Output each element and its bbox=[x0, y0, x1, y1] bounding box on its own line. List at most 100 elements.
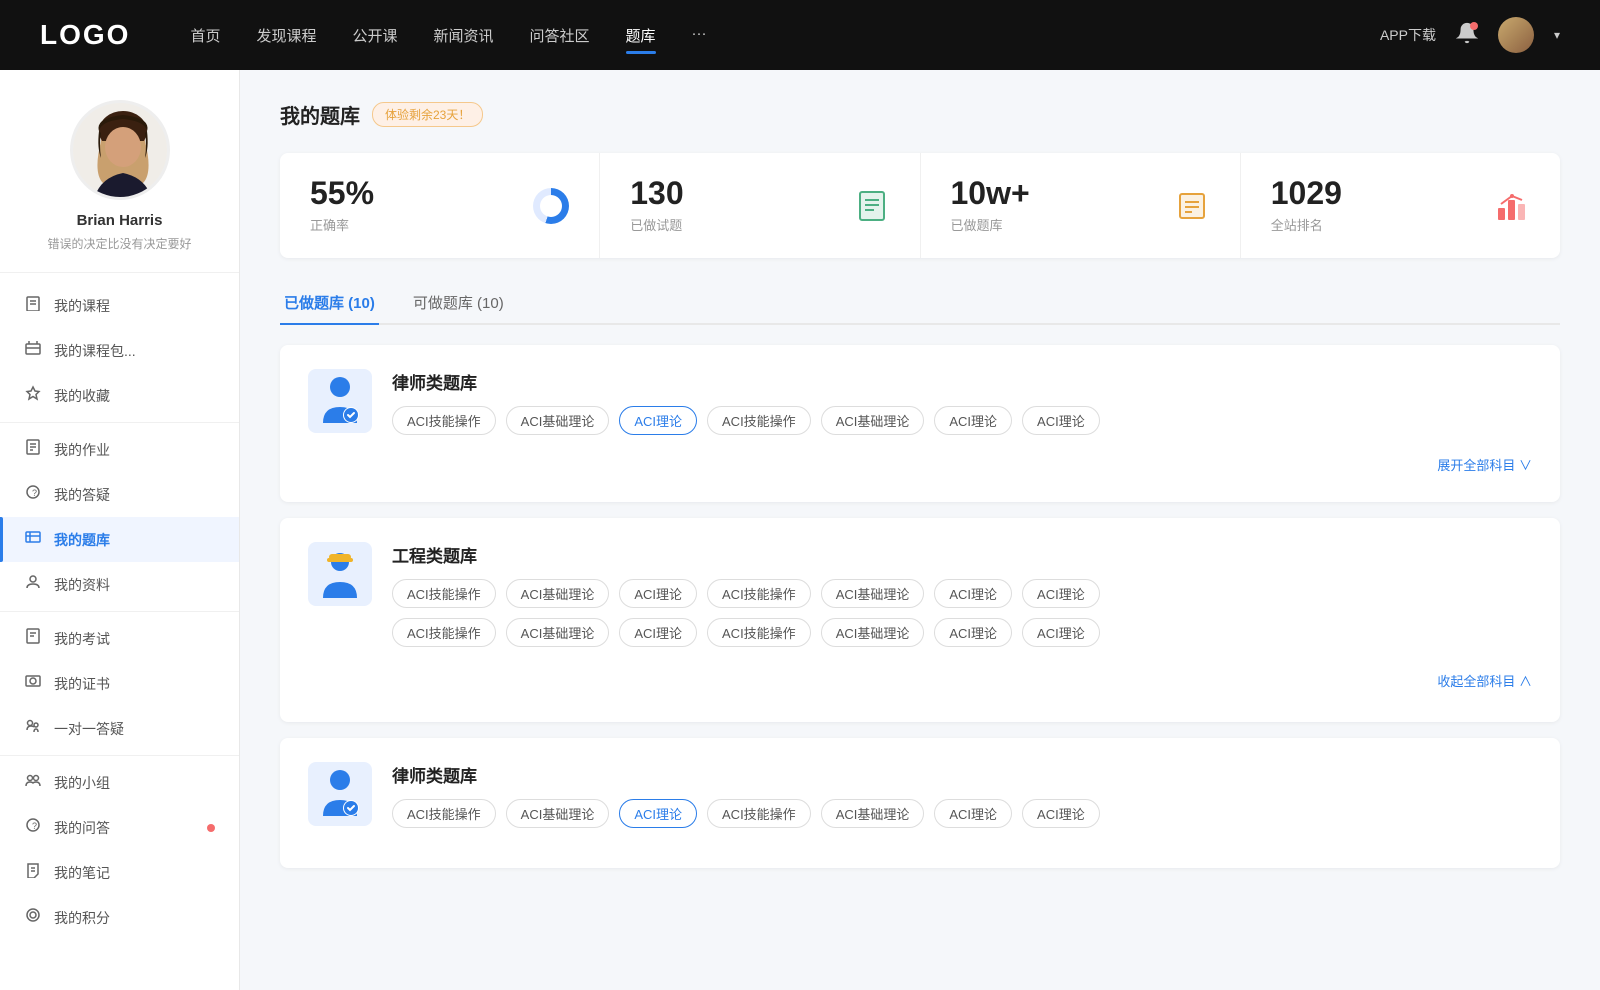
stat-banks-label: 已做题库 bbox=[951, 215, 1158, 234]
lawyer-icon-2 bbox=[308, 762, 372, 826]
sidebar-label-question-bank: 我的题库 bbox=[54, 530, 215, 550]
svg-text:?: ? bbox=[32, 821, 37, 831]
tag-2-11[interactable]: ACI技能操作 bbox=[707, 618, 811, 647]
sidebar-item-my-qa[interactable]: ? 我的问答 bbox=[0, 805, 239, 850]
sidebar-item-profile[interactable]: 我的资料 bbox=[0, 562, 239, 607]
avatar-svg bbox=[73, 103, 170, 200]
stat-accuracy-value: 55% bbox=[310, 177, 517, 209]
tag-2-6[interactable]: ACI理论 bbox=[934, 579, 1012, 608]
notes-icon bbox=[24, 862, 42, 883]
tag-1-6[interactable]: ACI理论 bbox=[934, 406, 1012, 435]
sidebar-item-question-bank[interactable]: 我的题库 bbox=[0, 517, 239, 562]
user-avatar[interactable] bbox=[1498, 17, 1534, 53]
nav-home[interactable]: 首页 bbox=[190, 21, 220, 50]
qbank-title-3: 律师类题库 bbox=[392, 762, 1532, 787]
nav-qa[interactable]: 问答社区 bbox=[530, 21, 590, 50]
tags-row-2a: ACI技能操作 ACI基础理论 ACI理论 ACI技能操作 ACI基础理论 AC… bbox=[392, 579, 1532, 608]
tag-2-2[interactable]: ACI基础理论 bbox=[506, 579, 610, 608]
avatar-image bbox=[1498, 17, 1534, 53]
tag-1-5[interactable]: ACI基础理论 bbox=[821, 406, 925, 435]
sidebar-item-qa[interactable]: ? 我的答疑 bbox=[0, 472, 239, 517]
sidebar-label-one-on-one: 一对一答疑 bbox=[54, 719, 215, 739]
tag-2-3[interactable]: ACI理论 bbox=[619, 579, 697, 608]
tag-1-1[interactable]: ACI技能操作 bbox=[392, 406, 496, 435]
sidebar-item-course-package[interactable]: 我的课程包... bbox=[0, 328, 239, 373]
sidebar-item-notes[interactable]: 我的笔记 bbox=[0, 850, 239, 895]
qbank-info-1: 律师类题库 ACI技能操作 ACI基础理论 ACI理论 ACI技能操作 ACI基… bbox=[392, 369, 1532, 435]
sidebar-item-homework[interactable]: 我的作业 bbox=[0, 427, 239, 472]
tag-2-12[interactable]: ACI基础理论 bbox=[821, 618, 925, 647]
sidebar-menu: 我的课程 我的课程包... 我的收藏 我的作业 bbox=[0, 273, 239, 950]
tag-2-9[interactable]: ACI基础理论 bbox=[506, 618, 610, 647]
sidebar-label-course-package: 我的课程包... bbox=[54, 341, 215, 361]
qbank-card-engineer: 工程类题库 ACI技能操作 ACI基础理论 ACI理论 ACI技能操作 ACI基… bbox=[280, 518, 1560, 722]
sidebar-item-group[interactable]: 我的小组 bbox=[0, 760, 239, 805]
nav-question-bank[interactable]: 题库 bbox=[626, 21, 656, 50]
tag-1-7[interactable]: ACI理论 bbox=[1022, 406, 1100, 435]
nav-news[interactable]: 新闻资讯 bbox=[434, 21, 494, 50]
sidebar-divider-3 bbox=[0, 755, 239, 756]
engineer-icon bbox=[308, 542, 372, 606]
tag-2-13[interactable]: ACI理论 bbox=[934, 618, 1012, 647]
tag-3-4[interactable]: ACI技能操作 bbox=[707, 799, 811, 828]
sidebar-item-one-on-one[interactable]: 一对一答疑 bbox=[0, 706, 239, 751]
sidebar-label-profile: 我的资料 bbox=[54, 575, 215, 595]
collapse-button[interactable]: 收起全部科目 ∧ bbox=[308, 663, 1532, 698]
stat-banks-text: 10w+ 已做题库 bbox=[951, 177, 1158, 234]
tag-1-4[interactable]: ACI技能操作 bbox=[707, 406, 811, 435]
sidebar-label-homework: 我的作业 bbox=[54, 440, 215, 460]
sidebar-item-certificate[interactable]: 我的证书 bbox=[0, 661, 239, 706]
qbank-title-2: 工程类题库 bbox=[392, 542, 1532, 567]
tags-row-2b: ACI技能操作 ACI基础理论 ACI理论 ACI技能操作 ACI基础理论 AC… bbox=[392, 618, 1532, 647]
exam-icon bbox=[24, 628, 42, 649]
tag-3-6[interactable]: ACI理论 bbox=[934, 799, 1012, 828]
app-download-button[interactable]: APP下载 bbox=[1380, 25, 1436, 45]
notification-bell[interactable] bbox=[1456, 22, 1478, 49]
tag-1-3[interactable]: ACI理论 bbox=[619, 406, 697, 435]
sidebar-divider-1 bbox=[0, 422, 239, 423]
sidebar-item-points[interactable]: 我的积分 bbox=[0, 895, 239, 940]
profile-avatar[interactable] bbox=[70, 100, 170, 200]
expand-button-1[interactable]: 展开全部科目 ∨ bbox=[308, 451, 1532, 478]
user-menu-chevron[interactable]: ▾ bbox=[1554, 28, 1560, 42]
tag-3-2[interactable]: ACI基础理论 bbox=[506, 799, 610, 828]
logo: LOGO bbox=[40, 19, 130, 51]
tag-2-10[interactable]: ACI理论 bbox=[619, 618, 697, 647]
nav-discover[interactable]: 发现课程 bbox=[256, 21, 316, 50]
sidebar-label-qa: 我的答疑 bbox=[54, 485, 215, 505]
tag-1-2[interactable]: ACI基础理论 bbox=[506, 406, 610, 435]
sidebar-label-my-qa: 我的问答 bbox=[54, 818, 193, 838]
tag-3-1[interactable]: ACI技能操作 bbox=[392, 799, 496, 828]
tag-3-3[interactable]: ACI理论 bbox=[619, 799, 697, 828]
stat-done-value: 130 bbox=[630, 177, 837, 209]
tag-2-4[interactable]: ACI技能操作 bbox=[707, 579, 811, 608]
sidebar-profile: Brian Harris 错误的决定比没有决定要好 bbox=[0, 70, 239, 273]
stat-ranking-value: 1029 bbox=[1271, 177, 1478, 209]
qbank-info-2: 工程类题库 ACI技能操作 ACI基础理论 ACI理论 ACI技能操作 ACI基… bbox=[392, 542, 1532, 647]
sidebar-label-certificate: 我的证书 bbox=[54, 674, 215, 694]
nav-more[interactable]: ··· bbox=[692, 21, 707, 50]
tab-available-banks[interactable]: 可做题库 (10) bbox=[409, 282, 508, 323]
tab-done-banks[interactable]: 已做题库 (10) bbox=[280, 282, 379, 323]
tag-2-1[interactable]: ACI技能操作 bbox=[392, 579, 496, 608]
tag-2-5[interactable]: ACI基础理论 bbox=[821, 579, 925, 608]
profile-name: Brian Harris bbox=[77, 212, 163, 229]
tag-2-7[interactable]: ACI理论 bbox=[1022, 579, 1100, 608]
tag-2-8[interactable]: ACI技能操作 bbox=[392, 618, 496, 647]
stat-accuracy-text: 55% 正确率 bbox=[310, 177, 517, 234]
homework-icon bbox=[24, 439, 42, 460]
notification-dot bbox=[1470, 22, 1478, 30]
qa-icon: ? bbox=[24, 484, 42, 505]
tag-3-7[interactable]: ACI理论 bbox=[1022, 799, 1100, 828]
course-package-icon bbox=[24, 340, 42, 361]
nav-open-course[interactable]: 公开课 bbox=[352, 21, 397, 50]
sidebar-item-favorites[interactable]: 我的收藏 bbox=[0, 373, 239, 418]
tag-2-14[interactable]: ACI理论 bbox=[1022, 618, 1100, 647]
sidebar: Brian Harris 错误的决定比没有决定要好 我的课程 我的课程包... bbox=[0, 70, 240, 990]
tag-3-5[interactable]: ACI基础理论 bbox=[821, 799, 925, 828]
tabs-row: 已做题库 (10) 可做题库 (10) bbox=[280, 282, 1560, 325]
sidebar-item-my-course[interactable]: 我的课程 bbox=[0, 283, 239, 328]
ranking-icon bbox=[1494, 188, 1530, 224]
sidebar-item-exam[interactable]: 我的考试 bbox=[0, 616, 239, 661]
sidebar-label-my-course: 我的课程 bbox=[54, 296, 215, 316]
